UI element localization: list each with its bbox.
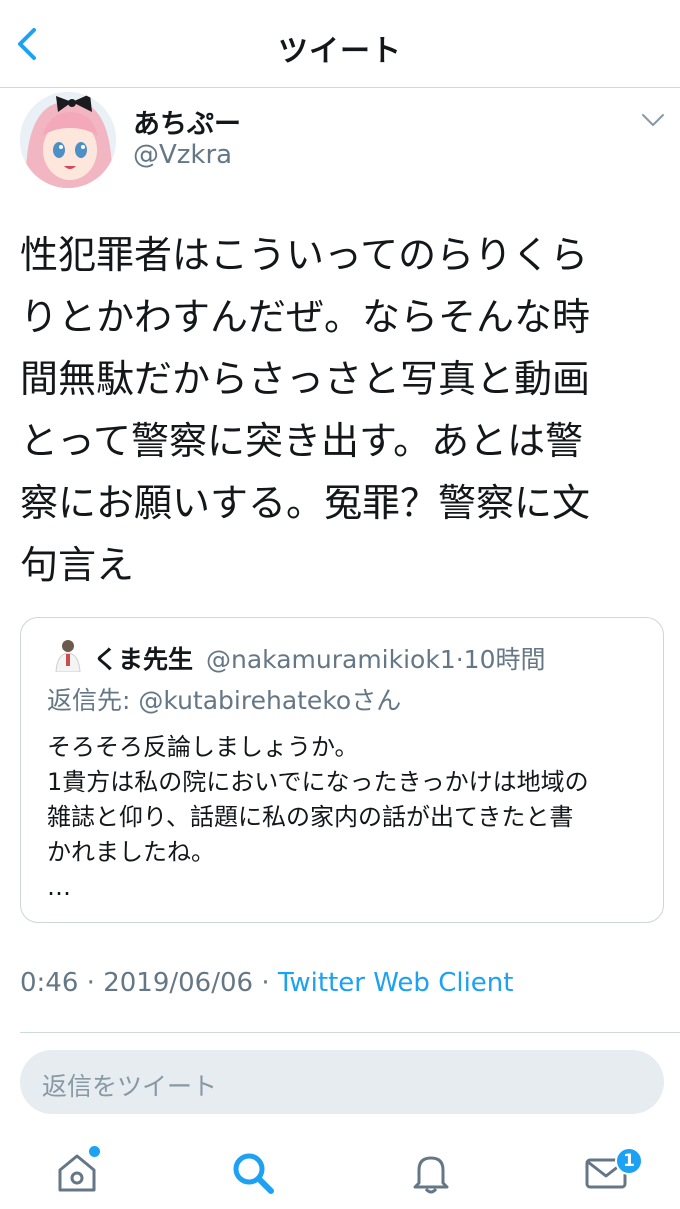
tweet-text-line: 察にお願いする。冤罪？警察に文 — [20, 481, 591, 525]
quote-text: そろそろ反論しましょうか。 1貴方は私の院においでになったきっかけは地域の 雑誌… — [47, 730, 647, 905]
tweet-text-line: 性犯罪者はこういってのらりくら — [20, 233, 589, 277]
tweet-source-link[interactable]: Twitter Web Client — [278, 968, 514, 998]
reply-placeholder: 返信をツイート — [42, 1072, 218, 1101]
quote-text-line: かれましたね。 — [47, 838, 215, 866]
tweet-text-line: とって警察に突き出す。あとは警 — [20, 419, 584, 463]
quote-text-line: 雑誌と仰り、話題に私の家内の話が出てきたと書 — [47, 803, 574, 831]
tweet-time: 0:46 — [20, 968, 79, 998]
user-handle[interactable]: @Vzkra — [133, 140, 232, 170]
quote-text-line: … — [47, 873, 71, 901]
tweet-text-line: 間無駄だからさっさと写真と動画 — [20, 357, 591, 401]
nav-bar: ツイート — [0, 0, 680, 88]
quote-handle-time: @nakamuramikiok1·10時間 — [206, 645, 546, 674]
avatar[interactable] — [20, 92, 116, 188]
tab-bar: 1 — [0, 1128, 680, 1209]
caret-down-icon[interactable] — [640, 110, 666, 130]
meta-separator: · — [86, 968, 104, 998]
bell-icon[interactable] — [408, 1150, 454, 1196]
messages-badge: 1 — [615, 1147, 643, 1175]
tweet-text-line: 句言え — [20, 543, 135, 587]
quoted-tweet-card[interactable]: くま先生 @nakamuramikiok1·10時間 返信先: @kutabir… — [20, 617, 664, 923]
reply-input[interactable]: 返信をツイート — [20, 1050, 664, 1114]
quote-text-line: そろそろ反論しましょうか。 — [47, 733, 359, 761]
tweet-header: あちぷー @Vzkra — [0, 88, 680, 198]
avatar-illustration — [20, 92, 116, 188]
home-notification-dot — [89, 1146, 100, 1157]
quote-avatar — [51, 638, 85, 672]
page-title: ツイート — [278, 34, 402, 69]
display-name[interactable]: あちぷー — [133, 102, 241, 141]
divider — [20, 1032, 680, 1033]
tweet-text: 性犯罪者はこういってのらりくら りとかわすんだぜ。ならそんな時 間無駄だからさっ… — [20, 224, 660, 596]
tweet-meta: 0:46 · 2019/06/06 · Twitter Web Client — [20, 968, 513, 998]
quote-text-line: 1貴方は私の院においでになったきっかけは地域の — [47, 768, 589, 796]
tweet-text-line: りとかわすんだぜ。ならそんな時 — [20, 295, 591, 339]
meta-separator: · — [261, 968, 278, 998]
quote-reply-to: 返信先: @kutabirehatekoさん — [47, 686, 402, 715]
tweet-date: 2019/06/06 — [103, 968, 254, 998]
quote-display-name: くま先生 — [93, 645, 194, 674]
search-icon[interactable] — [230, 1150, 276, 1196]
